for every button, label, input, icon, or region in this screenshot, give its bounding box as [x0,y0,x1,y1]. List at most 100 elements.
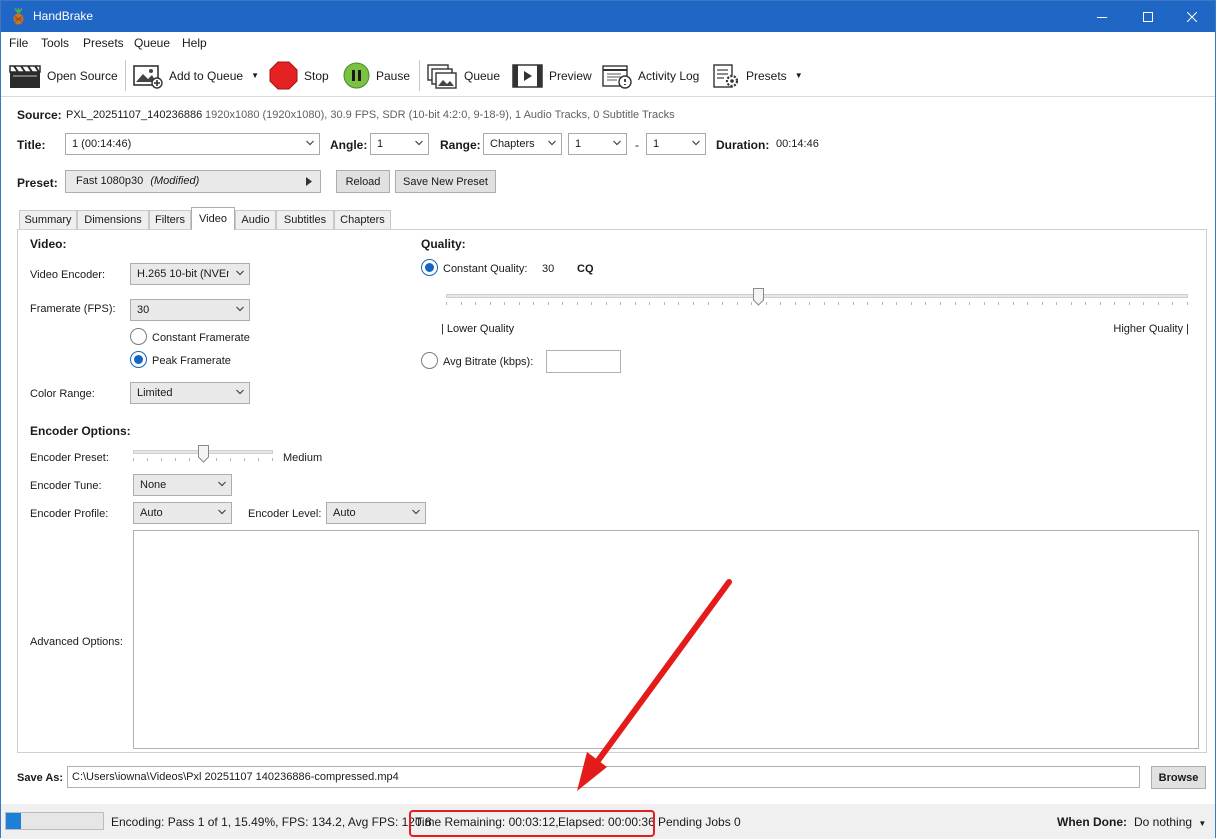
range-end-dropdown[interactable]: 1 [646,133,706,155]
title-value: 1 (00:14:46) [72,138,132,150]
advanced-options-textarea[interactable] [133,530,1199,749]
title-dropdown[interactable]: 1 (00:14:46) [65,133,320,155]
presets-button[interactable]: Presets ▼ [712,54,803,97]
range-mode-value: Chapters [490,138,535,150]
slider-tick [794,302,796,305]
slider-tick [518,302,520,305]
encoder-profile-dropdown[interactable]: Auto [133,502,232,524]
film-preview-icon [512,63,543,88]
peak-framerate-radio[interactable] [130,351,147,368]
stop-button[interactable]: Stop [269,54,329,97]
slider-tick [620,302,622,305]
save-as-path-input[interactable]: C:\Users\iowna\Videos\Pxl 20251107 14023… [67,766,1140,788]
open-source-button[interactable]: Open Source [9,54,118,97]
constant-framerate-radio[interactable] [130,328,147,345]
slider-tick [809,302,811,305]
tab-video[interactable]: Video [191,207,235,230]
angle-dropdown[interactable]: 1 [370,133,429,155]
save-new-preset-button[interactable]: Save New Preset [395,170,496,193]
menu-queue[interactable]: Queue [134,36,170,50]
range-mode-dropdown[interactable]: Chapters [483,133,562,155]
menu-file[interactable]: File [9,36,28,50]
slider-tick [707,302,709,305]
range-label: Range: [440,138,481,152]
tab-summary[interactable]: Summary [19,210,77,229]
maximize-button[interactable] [1125,1,1171,32]
tab-audio[interactable]: Audio [235,210,276,229]
encoder-preset-slider[interactable] [133,445,273,469]
chevron-down-icon[interactable]: ▼ [251,71,259,80]
chevron-down-icon[interactable]: ▼ [795,71,803,80]
range-start-dropdown[interactable]: 1 [568,133,627,155]
add-to-queue-button[interactable]: Add to Queue ▼ [132,54,259,97]
activity-log-button[interactable]: Activity Log [602,54,699,97]
queue-label: Queue [464,68,501,83]
slider-tick [780,302,782,305]
color-range-dropdown[interactable]: Limited [130,382,250,404]
slider-tick [678,302,680,305]
chevron-down-icon: ▼ [1198,819,1207,828]
slider-tick [446,302,447,305]
tab-dimensions[interactable]: Dimensions [77,210,149,229]
peak-framerate-label: Peak Framerate [152,355,231,367]
constant-quality-label: Constant Quality: [443,263,528,275]
slider-tick [1157,302,1159,305]
chevron-down-icon [236,389,244,395]
when-done-label: When Done: [1057,815,1127,829]
encoder-level-dropdown[interactable]: Auto [326,502,426,524]
slider-tick [983,302,985,305]
quality-slider-thumb[interactable] [753,288,765,306]
queue-button[interactable]: Queue [427,54,500,97]
stop-icon [269,61,298,90]
framerate-dropdown[interactable]: 30 [130,299,250,321]
video-encoder-dropdown[interactable]: H.265 10-bit (NVEnc) [130,263,250,285]
menu-help[interactable]: Help [182,36,207,50]
tab-filters[interactable]: Filters [149,210,191,229]
menu-presets[interactable]: Presets [83,36,124,50]
duration-label: Duration: [716,138,770,152]
range-end-value: 1 [653,138,660,150]
encoder-profile-value: Auto [140,507,163,519]
video-section-title: Video: [30,237,67,251]
angle-value: 1 [377,138,384,150]
avg-bitrate-radio[interactable] [421,352,438,369]
constant-framerate-label: Constant Framerate [152,332,250,344]
maximize-icon [1143,11,1153,22]
browse-button[interactable]: Browse [1151,766,1206,789]
close-button[interactable] [1169,1,1215,32]
encoder-preset-value: Medium [283,452,323,464]
minimize-button[interactable] [1079,1,1125,32]
slider-tick [1056,302,1058,305]
encoder-preset-thumb[interactable] [197,445,209,463]
chevron-down-icon [692,140,700,146]
stop-label: Stop [304,68,329,83]
avg-bitrate-label: Avg Bitrate (kbps): [443,356,534,368]
title-bar[interactable]: HandBrake [1,1,1215,32]
when-done-dropdown[interactable]: Do nothing ▼ [1134,815,1206,829]
lower-quality-label: | Lower Quality [441,323,515,335]
slider-tick [460,302,462,305]
slider-tick [1114,302,1116,305]
slider-tick [925,302,927,305]
clapperboard-icon [9,64,41,88]
constant-quality-radio[interactable] [421,259,438,276]
color-range-label: Color Range: [30,388,95,400]
encoder-tune-dropdown[interactable]: None [133,474,232,496]
reload-button[interactable]: Reload [336,170,390,193]
tab-chapters[interactable]: Chapters [334,210,391,229]
toolbar-separator [125,60,126,91]
avg-bitrate-input[interactable] [546,350,621,373]
quality-slider[interactable] [446,288,1188,312]
slider-tick [867,302,869,305]
encoder-level-label: Encoder Level: [248,508,322,520]
encoder-level-value: Auto [333,507,356,519]
menu-tools[interactable]: Tools [41,36,69,50]
slider-tick [591,302,593,305]
preset-selector[interactable]: Fast 1080p30 (Modified) [65,170,321,193]
preview-button[interactable]: Preview [512,54,592,97]
slider-tick [765,302,767,305]
slider-tick [489,302,491,305]
encode-progress-fill [6,813,22,829]
tab-subtitles[interactable]: Subtitles [276,210,334,229]
pause-button[interactable]: Pause [343,54,410,97]
